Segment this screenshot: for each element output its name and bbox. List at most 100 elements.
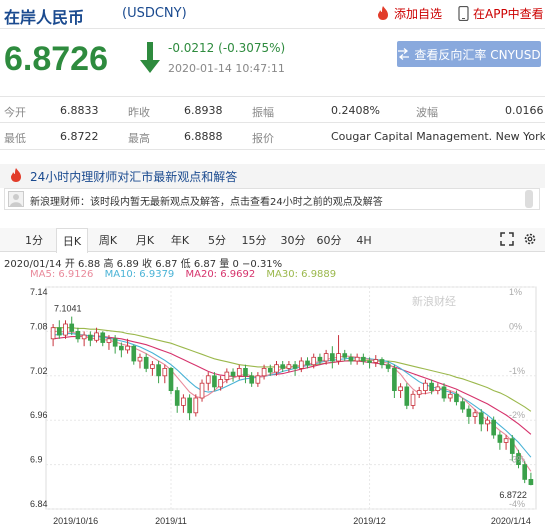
candle-body: [125, 345, 130, 351]
candle-body: [379, 359, 385, 366]
tab-monthly-k[interactable]: 月K: [133, 228, 157, 252]
candle-body: [398, 386, 403, 392]
candle-body: [243, 368, 248, 377]
y-tick-label: 7.08: [30, 321, 48, 331]
stat-value: 0.0166: [505, 104, 544, 117]
candle-body: [94, 332, 99, 341]
candle-body: [199, 382, 205, 399]
chart-watermark: 新浪财经: [412, 294, 456, 308]
stats-row-1: 今开 6.8833 昨收 6.8938 振幅 0.2408% 波幅 0.0166: [0, 97, 545, 123]
settings-icon[interactable]: [523, 232, 537, 246]
ma20-line: [53, 335, 532, 435]
x-tick-label: 2019/12: [353, 516, 386, 526]
candle-body: [497, 434, 503, 443]
add-favorite-label: 添加自选: [394, 6, 443, 21]
candle-body: [311, 356, 317, 366]
tab-weekly-k[interactable]: 周K: [95, 228, 121, 252]
tab-5min[interactable]: 5分: [204, 228, 230, 252]
stat-label: 最低: [4, 132, 26, 145]
reverse-rate-button[interactable]: 查看反向汇率 CNYUSD: [397, 41, 541, 67]
candle-body: [150, 364, 155, 369]
news-scrollbar[interactable]: [525, 190, 533, 208]
y-tick-label: 7.02: [30, 366, 48, 376]
candle-body: [69, 323, 75, 332]
candle-body: [112, 338, 118, 347]
candle-body: [236, 368, 242, 377]
candle-body: [255, 375, 261, 384]
ma5-line: [53, 330, 532, 472]
down-arrow-icon: [140, 42, 160, 73]
tab-60min[interactable]: 60分: [314, 228, 344, 252]
candle-body: [181, 397, 186, 406]
y-tick-label: 7.14: [30, 287, 48, 297]
candle-body: [249, 375, 254, 384]
ma20-label: MA20: 6.9692: [185, 269, 256, 280]
candle-body: [267, 368, 273, 373]
tab-yearly-k[interactable]: 年K: [168, 228, 192, 252]
ma-lines: [53, 327, 532, 472]
quote-source: Cougar Capital Management. New York: [331, 130, 545, 143]
candle-body: [261, 368, 267, 377]
fullscreen-icon[interactable]: [500, 232, 514, 246]
swap-icon: [398, 48, 410, 60]
reverse-rate-label: 查看反向汇率 CNYUSD: [414, 47, 541, 62]
ma10-label: MA10: 6.9379: [104, 269, 175, 280]
candle-body: [119, 345, 124, 351]
x-tick-label: 2019/10/16: [53, 516, 98, 526]
tab-15min[interactable]: 15分: [240, 228, 268, 252]
candle-body: [298, 360, 304, 369]
stat-label: 昨收: [128, 106, 150, 119]
candle-body: [404, 386, 410, 406]
candlestick-chart[interactable]: 新浪财经 7.14 1% 7.08 0% 7.02 -1% 6.96 -2% 6.9 -3% 6.8…: [0, 283, 545, 527]
candle-body: [81, 334, 87, 340]
candle-body: [441, 386, 447, 399]
x-tick-label: 2019/11: [155, 516, 187, 526]
candle-body: [478, 412, 484, 425]
view-in-app-button[interactable]: 在APP中查看: [458, 4, 544, 22]
candle-body: [342, 353, 348, 358]
candle-body: [174, 390, 180, 406]
candle-body: [205, 375, 211, 384]
flame-icon: [378, 6, 388, 20]
pct-tick-label: 0%: [509, 321, 522, 331]
stat-value: 6.8833: [60, 104, 99, 117]
news-title-link[interactable]: 24小时内理财师对汇市最新观点和解答: [30, 168, 237, 185]
candle-info: 2020/01/14 开 6.88 高 6.89 收 6.87 低 6.87 量…: [4, 259, 283, 270]
candle-body: [466, 408, 472, 417]
candle-body: [75, 331, 81, 340]
chart-axes: 7.14 1% 7.08 0% 7.02 -1% 6.96 -2% 6.9 -3% 6.84 -4% 2…: [30, 287, 531, 526]
tab-1min[interactable]: 1分: [22, 228, 46, 252]
candle-body: [416, 390, 422, 395]
stat-label: 报价: [252, 132, 274, 145]
candle-body: [460, 401, 465, 410]
candle-body: [156, 364, 161, 377]
candle-body: [317, 356, 323, 362]
candle-body: [367, 360, 372, 363]
ma-legend: MA5: 6.9126 MA10: 6.9379 MA20: 6.9692 MA…: [30, 269, 336, 280]
stat-value: 6.8938: [184, 104, 223, 117]
flame-icon: [11, 168, 21, 182]
candle-body: [56, 327, 62, 336]
candle-body: [454, 393, 459, 403]
stat-label: 波幅: [416, 106, 438, 119]
tab-4h[interactable]: 4H: [353, 228, 375, 252]
add-favorite-button[interactable]: 添加自选: [376, 4, 442, 22]
candle-body: [503, 438, 509, 443]
quote-timestamp: 2020-01-14 10:47:11: [168, 62, 285, 75]
pct-tick-label: -4%: [509, 499, 525, 509]
candle-body: [292, 364, 298, 369]
pct-tick-label: -3%: [509, 455, 525, 465]
stat-label: 今开: [4, 106, 26, 119]
stat-label: 振幅: [252, 106, 274, 119]
candle-body: [187, 397, 192, 414]
tab-30min[interactable]: 30分: [278, 228, 308, 252]
candle-body: [218, 379, 223, 388]
candle-body: [336, 353, 341, 362]
tab-daily-k[interactable]: 日K: [56, 228, 88, 253]
candle-body: [429, 382, 434, 391]
candle-body: [485, 419, 490, 425]
view-in-app-label: 在APP中查看: [473, 6, 544, 21]
candle-body: [230, 371, 236, 377]
avatar: [8, 191, 24, 207]
candle-body: [286, 364, 292, 369]
